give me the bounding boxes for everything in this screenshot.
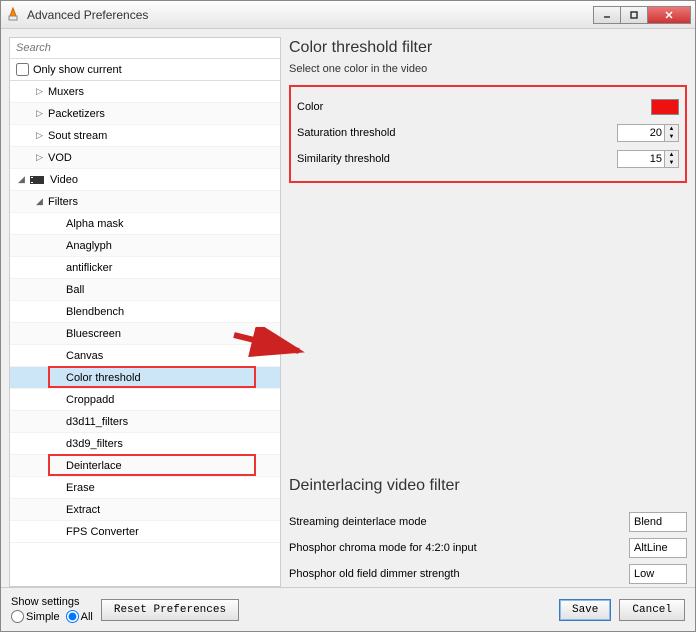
tree-item[interactable]: Alpha mask [10, 213, 280, 235]
only-current-checkbox[interactable] [16, 63, 29, 76]
simple-radio[interactable] [11, 610, 24, 623]
section2: Deinterlacing video filter Streaming dei… [289, 475, 687, 587]
window-title: Advanced Preferences [27, 8, 594, 22]
tree-item[interactable]: ◢Filters [10, 191, 280, 213]
tree-item[interactable]: ◢Video [10, 169, 280, 191]
only-current-row: Only show current [10, 59, 280, 81]
only-current-label: Only show current [33, 64, 122, 76]
video-icon [30, 174, 46, 186]
tree-item[interactable]: Blendbench [10, 301, 280, 323]
saturation-spin-buttons[interactable]: ▲▼ [665, 124, 679, 142]
tree-item-label: Blendbench [66, 306, 124, 318]
tree-item[interactable]: ▷Sout stream [10, 125, 280, 147]
deint-mode-label: Streaming deinterlace mode [289, 516, 629, 528]
tree-item-label: antiflicker [66, 262, 112, 274]
tree-item-label: Color threshold [66, 372, 141, 384]
color-swatch[interactable] [651, 99, 679, 115]
saturation-label: Saturation threshold [297, 127, 617, 139]
tree-item[interactable]: Erase [10, 477, 280, 499]
app-icon [5, 7, 21, 23]
tree-item[interactable]: Ball [10, 279, 280, 301]
tree-item[interactable]: d3d9_filters [10, 433, 280, 455]
tree-item-label: Canvas [66, 350, 103, 362]
maximize-button[interactable] [620, 6, 648, 24]
all-radio[interactable] [66, 610, 79, 623]
preferences-tree[interactable]: ▷Muxers▷Packetizers▷Sout stream▷VOD◢Vide… [10, 81, 280, 586]
deint-mode-combo[interactable]: Blend [629, 512, 687, 532]
tree-item[interactable]: d3d11_filters [10, 411, 280, 433]
search-input[interactable] [10, 38, 280, 59]
dimmer-label: Phosphor old field dimmer strength [289, 568, 629, 580]
tree-item-label: Ball [66, 284, 84, 296]
all-radio-label[interactable]: All [66, 610, 93, 623]
tree-item[interactable]: Croppadd [10, 389, 280, 411]
simple-radio-label[interactable]: Simple [11, 610, 60, 623]
saturation-row: Saturation threshold ▲▼ [297, 121, 679, 145]
tree-item-label: Alpha mask [66, 218, 123, 230]
saturation-input[interactable] [617, 124, 665, 142]
tree-item-label: d3d9_filters [66, 438, 123, 450]
tree-item-label: VOD [48, 152, 72, 164]
saturation-spinner[interactable]: ▲▼ [617, 124, 679, 142]
tree-item-label: Deinterlace [66, 460, 122, 472]
right-panel: Color threshold filter Select one color … [289, 37, 687, 587]
section1-title: Color threshold filter [289, 39, 687, 57]
tree-item[interactable]: ▷Muxers [10, 81, 280, 103]
cancel-button[interactable]: Cancel [619, 599, 685, 621]
tree-item[interactable]: Color threshold [10, 367, 280, 389]
footer: Show settings Simple All Reset Preferenc… [1, 587, 695, 631]
minimize-button[interactable] [593, 6, 621, 24]
tree-item-label: d3d11_filters [66, 416, 128, 428]
tree-item[interactable]: Anaglyph [10, 235, 280, 257]
tree-item-label: Video [50, 174, 78, 186]
save-button[interactable]: Save [559, 599, 611, 621]
left-panel: Only show current ▷Muxers▷Packetizers▷So… [9, 37, 281, 587]
dimmer-combo[interactable]: Low [629, 564, 687, 584]
window-buttons [594, 6, 691, 24]
tree-item-label: Bluescreen [66, 328, 121, 340]
show-settings: Show settings Simple All [11, 596, 93, 623]
tree-item[interactable]: Deinterlace [10, 455, 280, 477]
reset-button[interactable]: Reset Preferences [101, 599, 239, 621]
section1-highlight: Color Saturation threshold ▲▼ Similarity… [289, 85, 687, 183]
close-button[interactable] [647, 6, 691, 24]
tree-item-label: Anaglyph [66, 240, 112, 252]
tree-item[interactable]: Bluescreen [10, 323, 280, 345]
titlebar: Advanced Preferences [1, 1, 695, 29]
color-label: Color [297, 101, 651, 113]
color-row: Color [297, 95, 679, 119]
tree-item-label: Erase [66, 482, 95, 494]
tree-item-label: Filters [48, 196, 78, 208]
chroma-combo[interactable]: AltLine [629, 538, 687, 558]
tree-item[interactable]: antiflicker [10, 257, 280, 279]
tree-item-label: FPS Converter [66, 526, 139, 538]
chroma-label: Phosphor chroma mode for 4:2:0 input [289, 542, 629, 554]
show-settings-label: Show settings [11, 596, 93, 608]
dimmer-row: Phosphor old field dimmer strength Low [289, 561, 687, 587]
tree-item-label: Sout stream [48, 130, 107, 142]
tree-item-label: Muxers [48, 86, 84, 98]
deint-mode-row: Streaming deinterlace mode Blend [289, 509, 687, 535]
chroma-row: Phosphor chroma mode for 4:2:0 input Alt… [289, 535, 687, 561]
tree-item[interactable]: Canvas [10, 345, 280, 367]
similarity-spin-buttons[interactable]: ▲▼ [665, 150, 679, 168]
tree-item[interactable]: ▷Packetizers [10, 103, 280, 125]
tree-item-label: Croppadd [66, 394, 114, 406]
tree-item[interactable]: FPS Converter [10, 521, 280, 543]
similarity-row: Similarity threshold ▲▼ [297, 147, 679, 171]
similarity-input[interactable] [617, 150, 665, 168]
section2-title: Deinterlacing video filter [289, 477, 687, 495]
tree-item[interactable]: Extract [10, 499, 280, 521]
body: Only show current ▷Muxers▷Packetizers▷So… [1, 29, 695, 587]
section1-subtitle: Select one color in the video [289, 63, 687, 75]
similarity-label: Similarity threshold [297, 153, 617, 165]
tree-item-label: Packetizers [48, 108, 105, 120]
similarity-spinner[interactable]: ▲▼ [617, 150, 679, 168]
tree-item[interactable]: ▷VOD [10, 147, 280, 169]
tree-item-label: Extract [66, 504, 100, 516]
preferences-window: Advanced Preferences Only show current ▷… [0, 0, 696, 632]
